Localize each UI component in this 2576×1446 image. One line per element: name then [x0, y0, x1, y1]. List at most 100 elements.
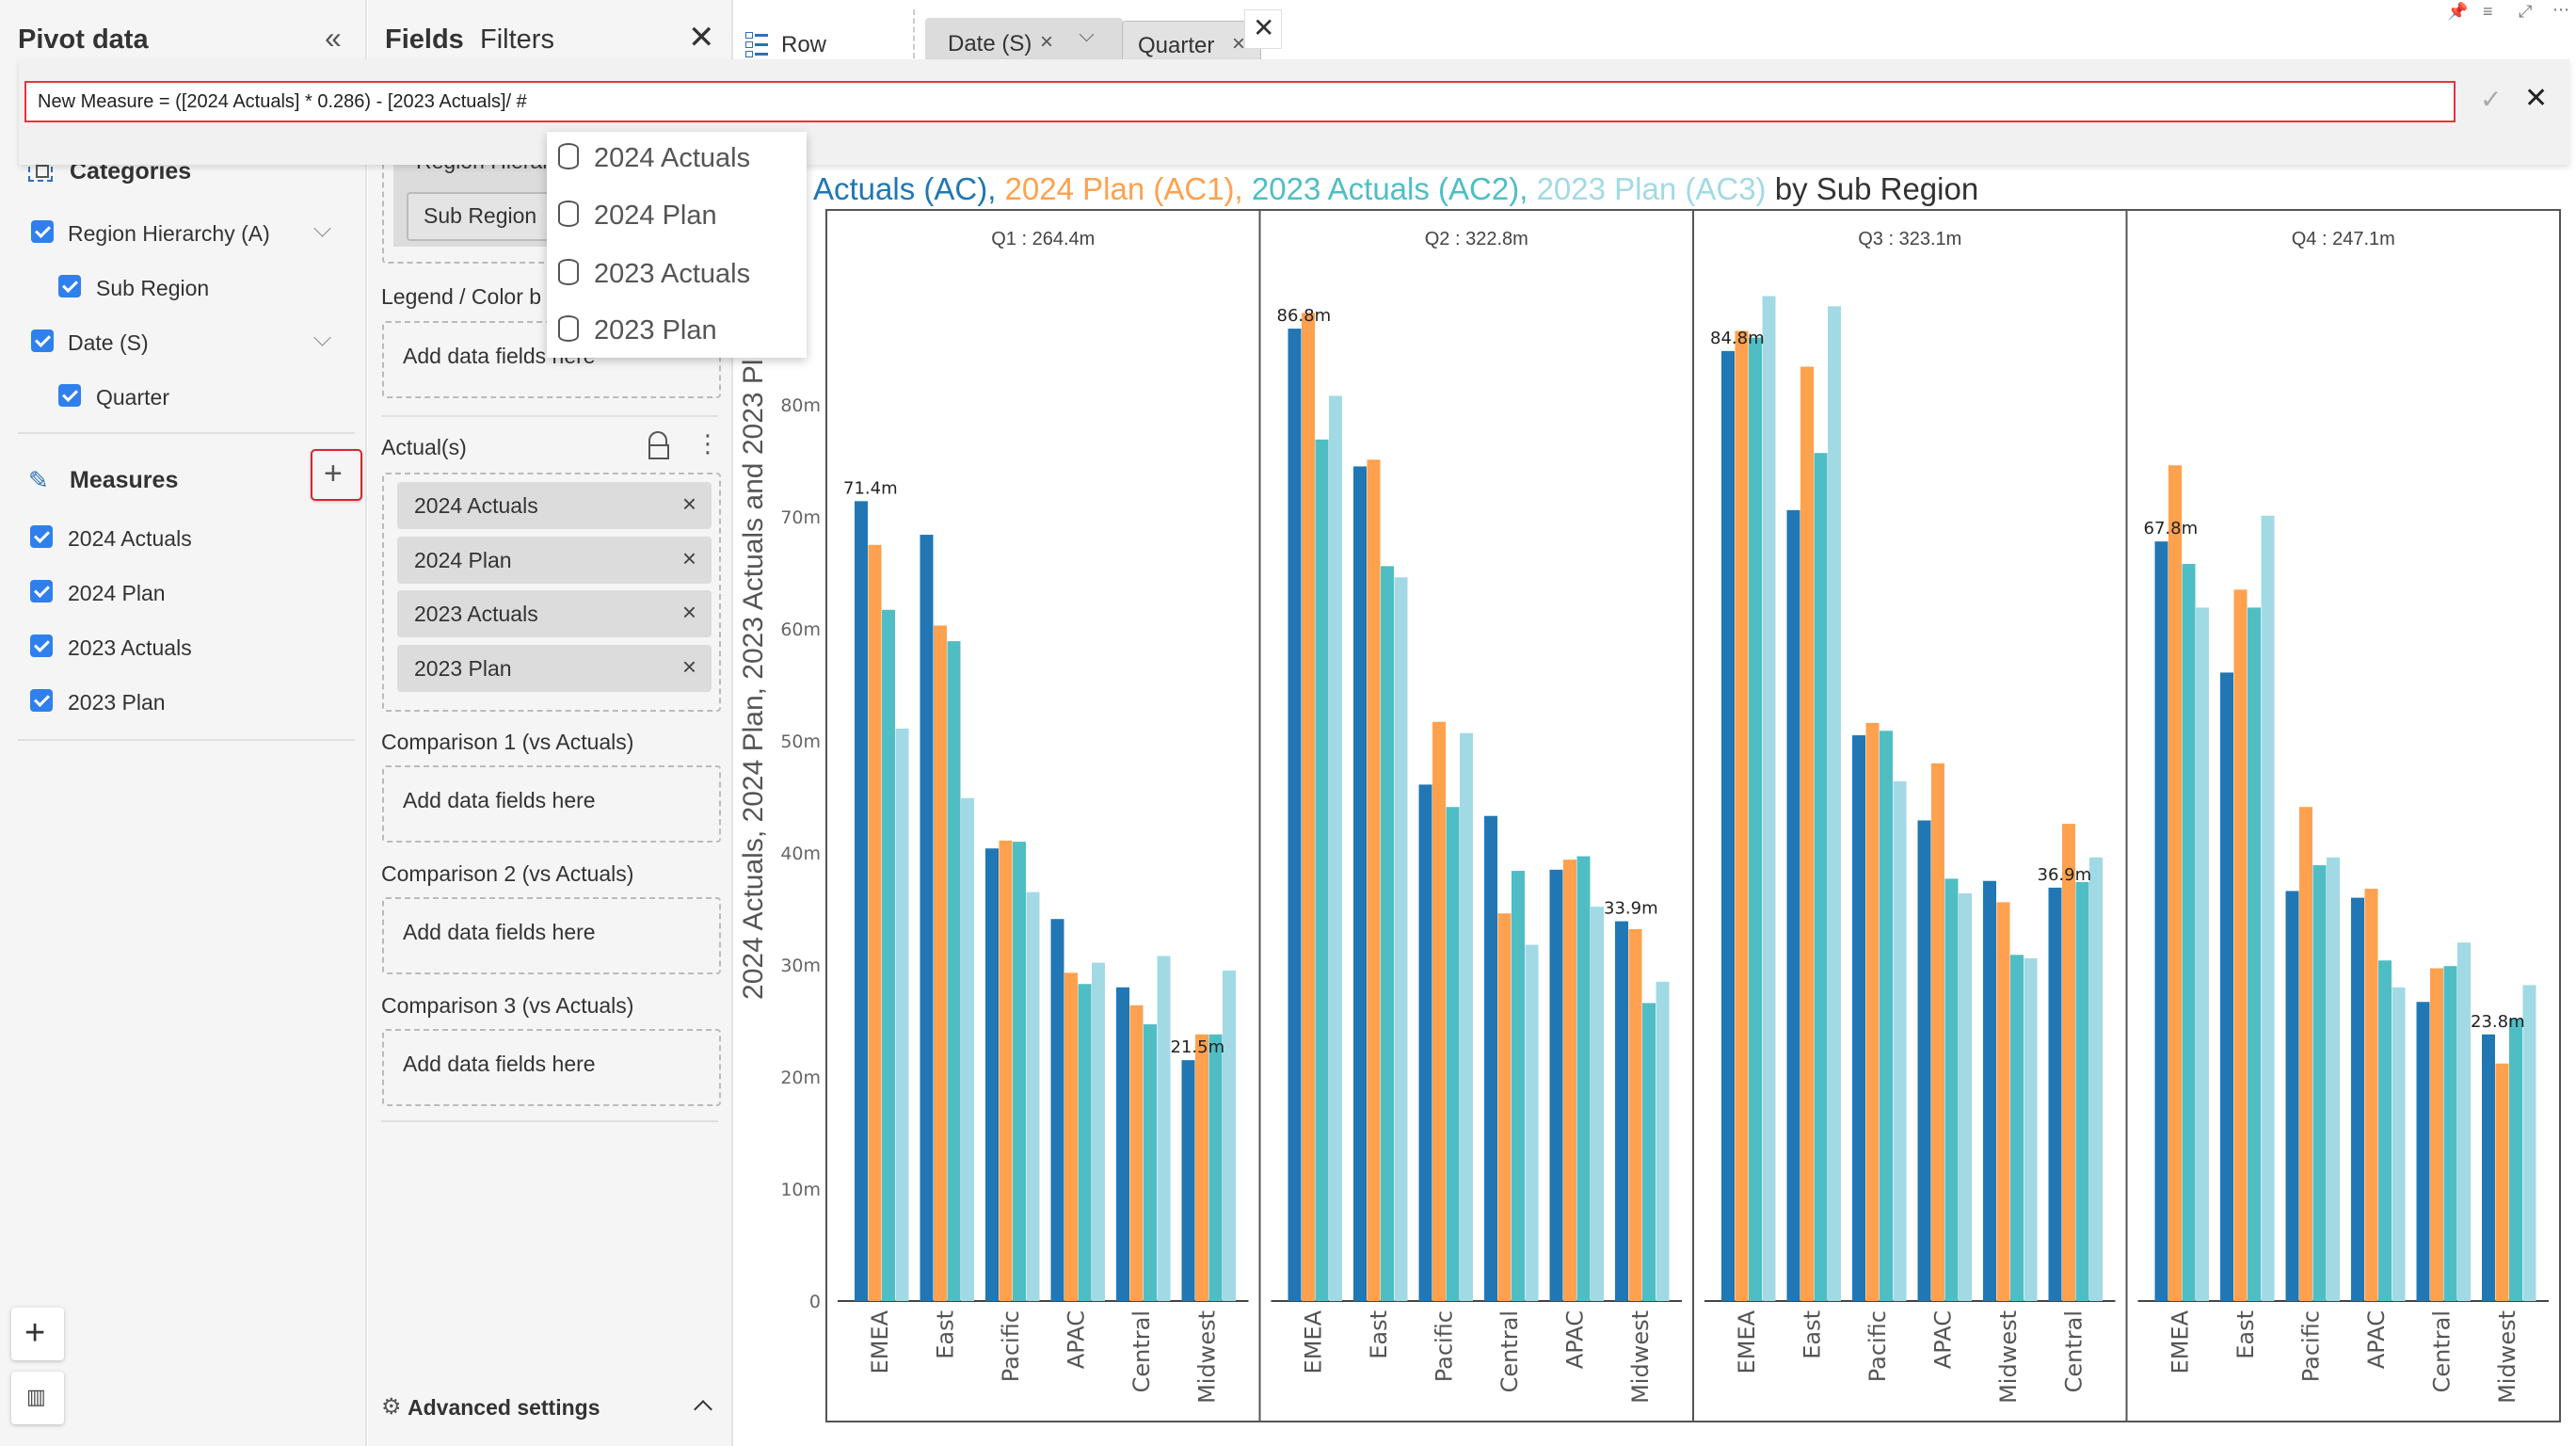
y-tick-label: 10m [780, 1180, 821, 1200]
close-chip-button[interactable]: ✕ [1244, 9, 1282, 49]
remove-icon[interactable]: × [682, 490, 696, 519]
actual-pill[interactable]: 2024 Plan × [397, 537, 712, 584]
date-chip[interactable]: Date (S) × [925, 18, 1123, 63]
category-item-date[interactable]: Date (S) [0, 326, 365, 363]
y-tick-label: 50m [780, 731, 821, 752]
x-tick-label: EMEA [2168, 1309, 2194, 1374]
bar-midwest-ac [1181, 1060, 1195, 1301]
cancel-formula-button[interactable]: ✕ [2524, 82, 2548, 115]
comparison-2-dropzone[interactable]: Add data fields here [382, 897, 721, 974]
checkbox[interactable] [30, 689, 53, 712]
remove-icon[interactable]: × [1232, 31, 1245, 57]
category-label: Date (S) [68, 330, 149, 355]
row-list-icon [745, 30, 768, 57]
comparison-1-label: Comparison 1 (vs Actuals) [381, 730, 634, 754]
comparison-1-dropzone[interactable]: Add data fields here [382, 765, 721, 843]
y-axis: 0 10m 20m 30m 40m 50m 60m 70m 80m [780, 395, 821, 1312]
measure-item-2024-actuals[interactable]: 2024 Actuals [0, 522, 365, 559]
checkbox[interactable] [31, 220, 54, 243]
bar-east-ac1 [1367, 459, 1381, 1301]
chevron-down-icon[interactable] [1079, 26, 1095, 42]
row-label[interactable]: Row [781, 32, 826, 58]
divider [18, 739, 355, 741]
chart-settings-button[interactable]: ▥ [11, 1372, 64, 1424]
focus-mode-icon[interactable]: ⤢ [2519, 2, 2532, 22]
chevron-down-icon[interactable] [313, 329, 331, 346]
bar-central-ac3 [1157, 956, 1171, 1301]
autocomplete-label: 2023 Actuals [594, 259, 751, 289]
advanced-settings-toggle[interactable]: ⚙ Advanced settings [379, 1391, 718, 1425]
autocomplete-item[interactable]: 2024 Plan [547, 189, 807, 246]
bar-midwest-ac2 [1208, 1034, 1223, 1301]
bar-east-ac [1353, 466, 1367, 1301]
x-tick-label: Central [2061, 1310, 2088, 1392]
checkbox[interactable] [58, 275, 81, 297]
actual-pill[interactable]: 2024 Actuals × [397, 482, 712, 529]
add-measure-button[interactable]: + [311, 449, 362, 501]
tab-fields[interactable]: Fields [385, 24, 464, 56]
bar-central-ac2 [1512, 871, 1525, 1301]
advanced-settings-label: Advanced settings [408, 1395, 600, 1420]
divider [18, 432, 355, 434]
checkbox[interactable] [30, 580, 53, 602]
autocomplete-label: 2023 Plan [594, 315, 717, 345]
autocomplete-item[interactable]: 2024 Actuals [547, 132, 807, 188]
bar-apac-ac3 [1092, 962, 1105, 1301]
checkbox[interactable] [31, 329, 54, 352]
comparison-3-dropzone[interactable]: Add data fields here [382, 1029, 721, 1106]
plus-icon: + [24, 1313, 46, 1353]
checkbox[interactable] [58, 384, 81, 407]
chip-label: Quarter [1138, 33, 1215, 58]
category-item-region-hierarchy[interactable]: Region Hierarchy (A) [0, 217, 365, 254]
checkbox[interactable] [30, 525, 53, 548]
collapse-panel-icon[interactable]: « [325, 21, 342, 56]
formula-input[interactable] [24, 81, 2456, 122]
measure-item-2023-plan[interactable]: 2023 Plan [0, 685, 365, 723]
bar-apac-ac3 [1959, 892, 1972, 1301]
remove-icon[interactable]: × [682, 598, 696, 627]
remove-icon[interactable]: × [1040, 29, 1053, 56]
y-axis-title-group: 2024 Actuals, 2024 Plan, 2023 Actuals an… [738, 328, 769, 1000]
chevron-down-icon[interactable] [313, 219, 331, 237]
actual-pill[interactable]: 2023 Plan × [397, 645, 712, 692]
bar-emea-ac2 [1315, 439, 1329, 1301]
actual-pill[interactable]: 2023 Actuals × [397, 590, 712, 637]
bar-central-ac2 [2075, 881, 2089, 1301]
remove-icon[interactable]: × [682, 544, 696, 573]
sub-region-chip[interactable]: Sub Region [407, 192, 561, 241]
title-part-ac3: 2023 Plan (AC3) [1536, 171, 1767, 206]
bar-pacific-ac3 [2327, 857, 2340, 1301]
panel-4: Q4 : 247.1m EMEA East Pacific APAC Central Mid… [2125, 209, 2561, 1422]
close-icon[interactable]: ✕ [688, 19, 715, 56]
more-options-icon[interactable]: ⋮ [696, 429, 720, 458]
chart-view-icon: ▥ [26, 1385, 46, 1408]
title-sep: , [987, 171, 1005, 206]
measure-item-2023-actuals[interactable]: 2023 Actuals [0, 631, 365, 668]
bar-central-ac [1116, 987, 1129, 1301]
filter-icon[interactable]: ≡ [2483, 2, 2493, 22]
measure-item-2024-plan[interactable]: 2024 Plan [0, 576, 365, 614]
tab-filters[interactable]: Filters [480, 24, 554, 56]
category-item-quarter[interactable]: Quarter [0, 380, 365, 418]
measure-label: 2023 Plan [68, 690, 166, 715]
autocomplete-item[interactable]: 2023 Actuals [547, 248, 807, 304]
pin-icon[interactable]: 📌 [2447, 2, 2468, 22]
checkbox[interactable] [30, 635, 53, 657]
x-tick-label: Central [1496, 1310, 1523, 1392]
plus-icon: + [324, 456, 343, 491]
add-button[interactable]: + [11, 1308, 64, 1360]
panel-header: Q2 : 322.8m [1425, 229, 1528, 249]
category-item-sub-region[interactable]: Sub Region [0, 271, 365, 309]
confirm-formula-button[interactable]: ✓ [2480, 84, 2502, 115]
category-label: Region Hierarchy (A) [68, 221, 270, 246]
bar-pacific-ac [1418, 784, 1432, 1301]
divider [381, 415, 718, 417]
bar-emea-ac1 [2168, 465, 2182, 1301]
autocomplete-item[interactable]: 2023 Plan [547, 304, 807, 361]
bar-east-ac2 [2248, 607, 2261, 1301]
autocomplete-dropdown: 2024 Actuals 2024 Plan 2023 Actuals 2023… [547, 132, 807, 358]
more-options-icon[interactable]: ⋯ [2552, 0, 2569, 20]
actuals-dropzone[interactable]: 2024 Actuals × 2024 Plan × 2023 Actuals × 2… [382, 473, 721, 712]
remove-icon[interactable]: × [682, 652, 696, 682]
pill-label: 2024 Plan [414, 548, 512, 572]
